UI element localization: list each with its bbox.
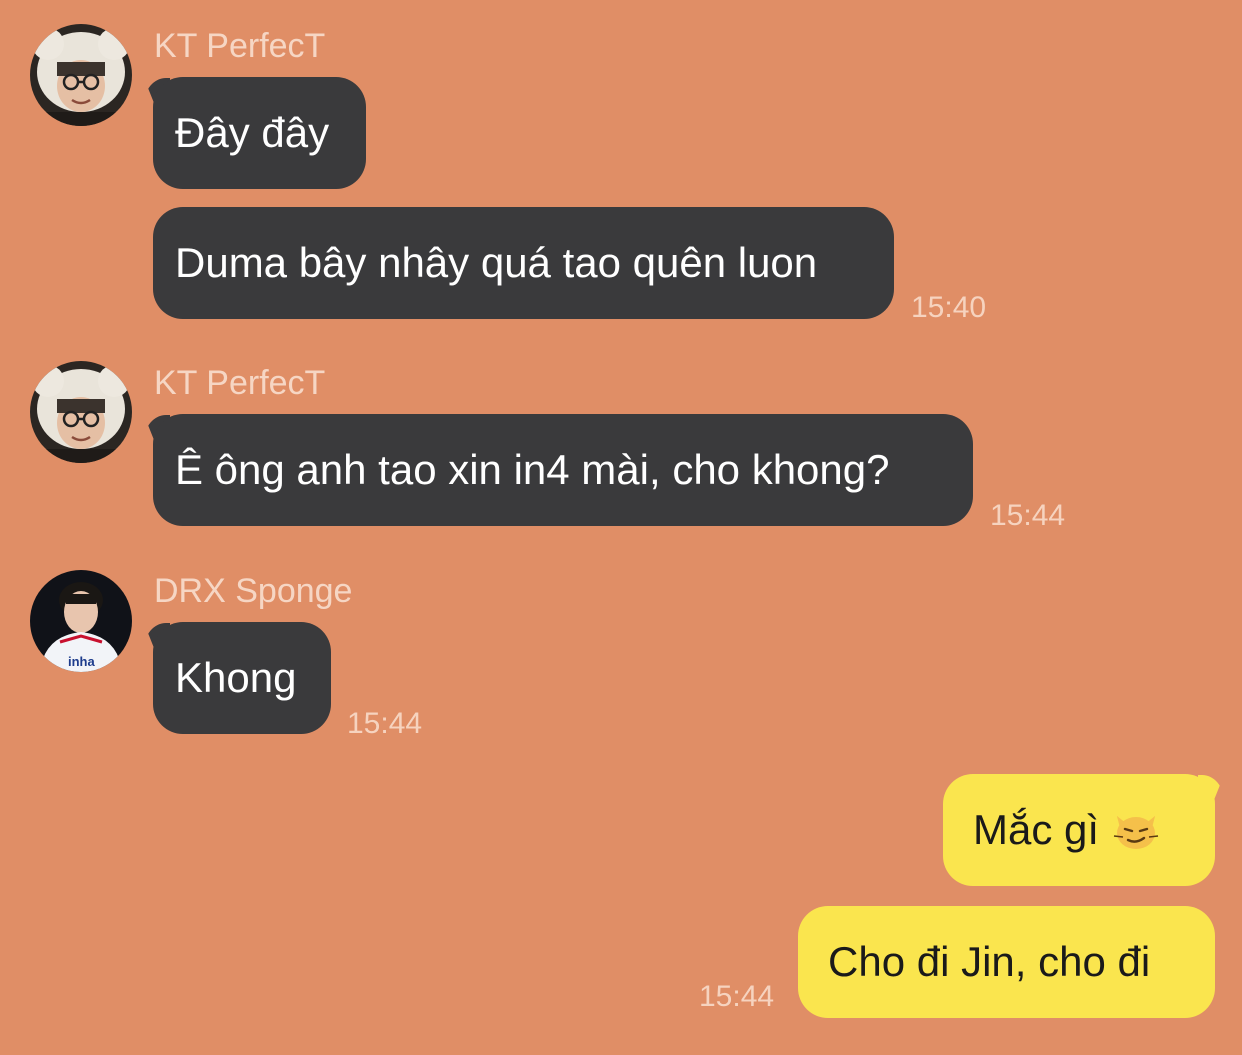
sender-name: KT PerfecT	[154, 27, 326, 65]
incoming-message-bubble[interactable]: Khong	[153, 622, 331, 734]
avatar-kt-perfect-image	[30, 24, 132, 126]
outgoing-message-bubble[interactable]: Mắc gì	[943, 774, 1215, 886]
message-timestamp: 15:44	[990, 499, 1066, 532]
incoming-message-bubble[interactable]: Đây đây	[153, 77, 366, 189]
smirking-cat-emoji-icon	[1113, 815, 1159, 849]
chat-thread: KT PerfecT Đây đây Duma bây nhây quá tao…	[0, 0, 1242, 1055]
outgoing-message-text: Mắc gì	[973, 806, 1100, 853]
incoming-message-bubble[interactable]: Duma bây nhây quá tao quên luon	[153, 207, 894, 319]
avatar-drx-sponge[interactable]: inha	[30, 570, 132, 672]
message-timestamp: 15:44	[347, 707, 423, 740]
message-timestamp: 15:40	[911, 291, 987, 324]
incoming-message-bubble[interactable]: Ê ông anh tao xin in4 mài, cho khong?	[153, 414, 973, 526]
svg-text:inha: inha	[68, 654, 95, 669]
sender-name: KT PerfecT	[154, 364, 326, 402]
outgoing-message-bubble[interactable]: Cho đi Jin, cho đi	[798, 906, 1215, 1018]
avatar-kt-perfect[interactable]	[30, 361, 132, 463]
avatar-drx-sponge-image: inha	[30, 570, 132, 672]
message-timestamp: 15:44	[699, 980, 775, 1013]
avatar-kt-perfect[interactable]	[30, 24, 132, 126]
avatar-kt-perfect-image	[30, 361, 132, 463]
sender-name: DRX Sponge	[154, 572, 353, 610]
